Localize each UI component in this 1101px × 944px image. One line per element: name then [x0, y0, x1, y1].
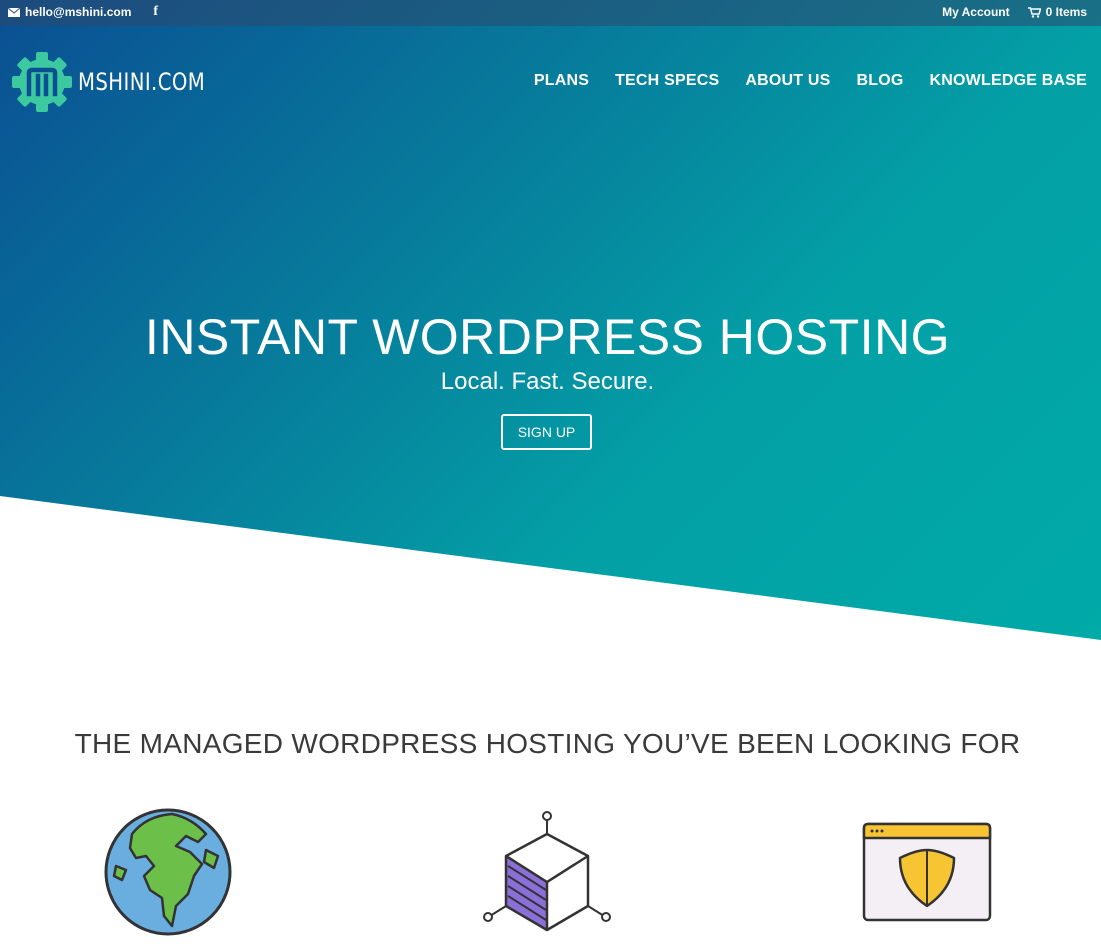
- cart-icon: [1027, 6, 1041, 18]
- nav-about-us[interactable]: ABOUT US: [745, 72, 830, 90]
- nav-knowledge-base[interactable]: KNOWLEDGE BASE: [930, 72, 1087, 90]
- cart-link[interactable]: 0 Items: [1027, 5, 1087, 19]
- cart-count: 0 Items: [1045, 5, 1087, 19]
- email-link[interactable]: hello@mshini.com: [8, 5, 131, 19]
- envelope-icon: [8, 7, 20, 17]
- nav-blog[interactable]: BLOG: [856, 72, 903, 90]
- nav-tech-specs[interactable]: TECH SPECS: [615, 72, 719, 90]
- site-logo[interactable]: MSHINI.COM: [12, 52, 233, 112]
- nav-plans[interactable]: PLANS: [534, 72, 589, 90]
- hexagon-network-icon: [483, 811, 611, 932]
- email-text: hello@mshini.com: [25, 5, 132, 19]
- globe-icon: [104, 808, 232, 936]
- logo-text: MSHINI.COM: [78, 68, 206, 96]
- gear-m-icon: [12, 52, 72, 112]
- main-nav: PLANS TECH SPECS ABOUT US BLOG KNOWLEDGE…: [534, 72, 1087, 90]
- my-account-link[interactable]: My Account: [942, 5, 1010, 19]
- hero-subtitle: Local. Fast. Secure.: [440, 368, 655, 395]
- hero-title: INSTANT WORDPRESS HOSTING: [144, 309, 951, 365]
- signup-button[interactable]: SIGN UP: [501, 414, 592, 450]
- facebook-icon[interactable]: f: [153, 5, 158, 19]
- browser-shield-icon: [862, 822, 992, 922]
- top-bar: hello@mshini.com f My Account 0 Items: [0, 0, 1101, 26]
- features-title: THE MANAGED WORDPRESS HOSTING YOU’VE BEE…: [74, 728, 1021, 759]
